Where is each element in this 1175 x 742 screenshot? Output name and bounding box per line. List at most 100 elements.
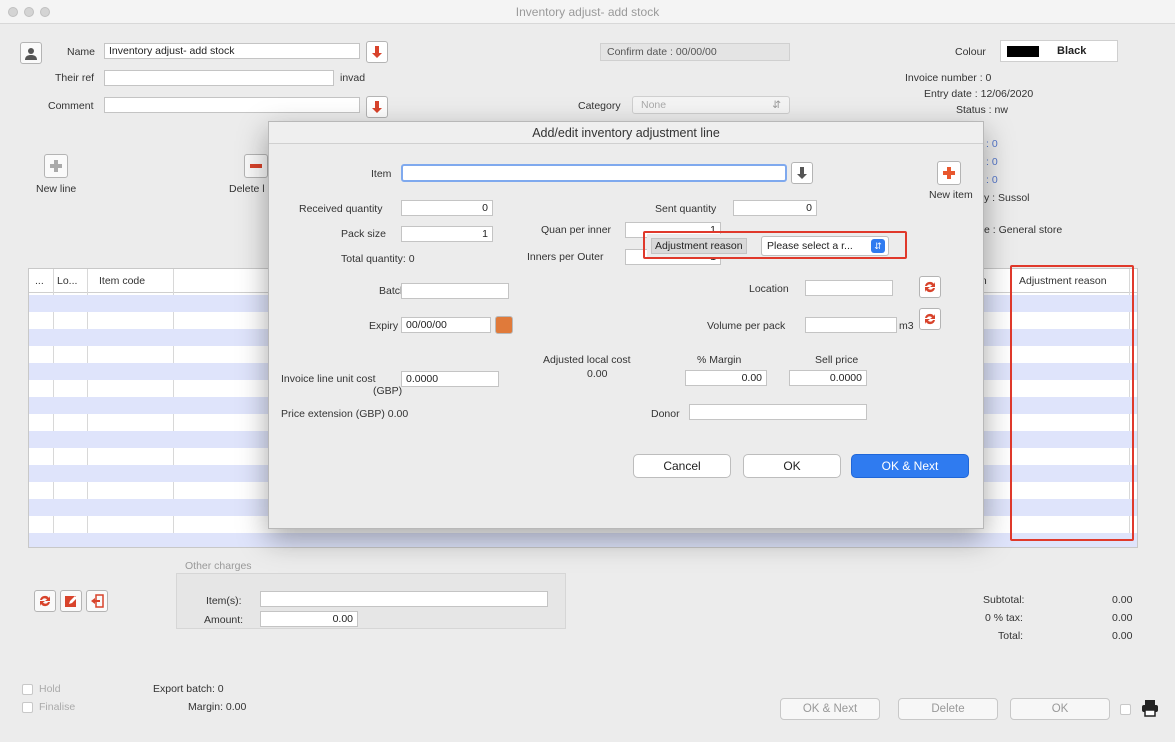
delete-line-label: Delete l	[229, 183, 265, 195]
amount-label: Amount:	[204, 614, 244, 626]
sell-price-label: Sell price	[815, 354, 859, 366]
pack-size-label: Pack size	[341, 228, 386, 240]
total-label: Total:	[998, 630, 1024, 642]
other-charges-label: Other charges	[185, 560, 252, 572]
dialog-title: Add/edit inventory adjustment line	[269, 122, 983, 144]
other-charges-amount-field[interactable]: 0.00	[260, 611, 358, 627]
quan-per-inner-label: Quan per inner	[541, 224, 612, 236]
hold-checkbox[interactable]	[22, 684, 33, 695]
new-item-button[interactable]	[937, 161, 961, 185]
their-ref-field[interactable]	[104, 70, 334, 86]
colour-value: Black	[1057, 45, 1087, 57]
volume-per-pack-field[interactable]	[805, 317, 897, 333]
side-value-3: : 0	[986, 174, 998, 186]
export-icon[interactable]	[86, 590, 108, 612]
location-label: Location	[749, 283, 789, 295]
colour-label: Colour	[955, 46, 986, 58]
subtotal-value: 0.00	[1112, 594, 1133, 606]
column-header-selector[interactable]: ...	[35, 275, 44, 287]
delete-line-button[interactable]	[244, 154, 268, 178]
finalise-checkbox[interactable]	[22, 702, 33, 713]
category-label: Category	[578, 100, 621, 112]
expiry-field[interactable]: 00/00/00	[401, 317, 491, 333]
item-field[interactable]	[401, 164, 787, 182]
donor-label: Donor	[651, 408, 680, 420]
column-header-item-code[interactable]: Item code	[99, 275, 145, 287]
invoice-line-unit-cost-field[interactable]: 0.0000	[401, 371, 499, 387]
item-lookup-button[interactable]	[791, 162, 813, 184]
entry-date: Entry date : 12/06/2020	[924, 88, 1034, 100]
refresh-icon[interactable]	[34, 590, 56, 612]
window-title: Inventory adjust- add stock	[515, 5, 660, 19]
adjusted-local-cost-value: 0.00	[587, 368, 608, 380]
finalise-label: Finalise	[39, 701, 76, 713]
table-row[interactable]	[29, 533, 1137, 547]
sent-quantity-label: Sent quantity	[655, 203, 717, 215]
total-value: 0.00	[1112, 630, 1133, 642]
volume-unit: m3	[899, 320, 914, 332]
minimize-window-button[interactable]	[24, 7, 34, 17]
volume-refresh-icon[interactable]	[919, 308, 941, 330]
tax-value: 0.00	[1112, 612, 1133, 624]
pack-size-field[interactable]: 1	[401, 226, 493, 242]
ok-button[interactable]: OK	[1010, 698, 1110, 720]
calendar-icon[interactable]	[495, 316, 513, 334]
new-line-button[interactable]	[44, 154, 68, 178]
user-icon[interactable]	[20, 42, 42, 64]
category-select[interactable]: None ⇵	[632, 96, 790, 114]
margin: Margin: 0.00	[188, 701, 247, 713]
printer-icon[interactable]	[1140, 698, 1160, 721]
close-window-button[interactable]	[8, 7, 18, 17]
sell-price-field[interactable]: 0.0000	[789, 370, 867, 386]
confirm-date: Confirm date : 00/00/00	[600, 43, 790, 61]
comment-lookup-button[interactable]	[366, 96, 388, 118]
updown-chevron-icon: ⇵	[772, 99, 781, 111]
adjustment-reason-column-highlight	[1010, 265, 1134, 541]
cancel-button[interactable]: Cancel	[633, 454, 731, 478]
entered-by: y : Sussol	[984, 192, 1030, 204]
name-label: Name	[67, 46, 96, 58]
sent-quantity-field[interactable]: 0	[733, 200, 817, 216]
column-header-location[interactable]: Lo...	[57, 275, 77, 287]
comment-label: Comment	[48, 100, 94, 112]
zoom-window-button[interactable]	[40, 7, 50, 17]
adjusted-local-cost-label: Adjusted local cost	[543, 354, 631, 366]
delete-button[interactable]: Delete	[898, 698, 998, 720]
batch-field[interactable]	[401, 283, 509, 299]
side-value-1: : 0	[986, 138, 998, 150]
inventory-adjustment-line-dialog: Add/edit inventory adjustment line Item …	[268, 121, 984, 529]
new-line-label: New line	[36, 183, 77, 195]
status: Status : nw	[956, 104, 1008, 116]
donor-field[interactable]	[689, 404, 867, 420]
category-value: None	[641, 99, 667, 111]
ok-button-dialog[interactable]: OK	[743, 454, 841, 478]
ok-next-button[interactable]: OK & Next	[780, 698, 880, 720]
window-titlebar: Inventory adjust- add stock	[0, 0, 1175, 24]
received-quantity-field[interactable]: 0	[401, 200, 493, 216]
location-refresh-icon[interactable]	[919, 276, 941, 298]
inners-per-outer-label: Inners per Outer	[527, 251, 604, 263]
margin-field[interactable]: 0.00	[685, 370, 767, 386]
other-charges-items-field[interactable]	[260, 591, 548, 607]
main-window: Inventory adjust- add stock Name Invento…	[0, 0, 1175, 742]
hold-label: Hold	[39, 683, 61, 695]
location-field[interactable]	[805, 280, 893, 296]
comment-field[interactable]	[104, 97, 360, 113]
ok-next-button-dialog[interactable]: OK & Next	[851, 454, 969, 478]
item-label: Item	[371, 168, 392, 180]
name-field[interactable]: Inventory adjust- add stock	[104, 43, 360, 59]
edit-note-icon[interactable]	[60, 590, 82, 612]
side-value-2: : 0	[986, 156, 998, 168]
volume-per-pack-label: Volume per pack	[707, 320, 786, 332]
invoice-number: Invoice number : 0	[905, 72, 992, 84]
received-quantity-label: Received quantity	[299, 203, 383, 215]
print-checkbox[interactable]	[1120, 704, 1131, 715]
margin-label: % Margin	[697, 354, 742, 366]
gbp-label: (GBP)	[373, 385, 403, 397]
new-item-label: New item	[929, 189, 973, 201]
expiry-label: Expiry	[369, 320, 399, 332]
colour-picker[interactable]: Black	[1000, 40, 1118, 62]
name-lookup-button[interactable]	[366, 41, 388, 63]
invad-label: invad	[340, 72, 366, 84]
